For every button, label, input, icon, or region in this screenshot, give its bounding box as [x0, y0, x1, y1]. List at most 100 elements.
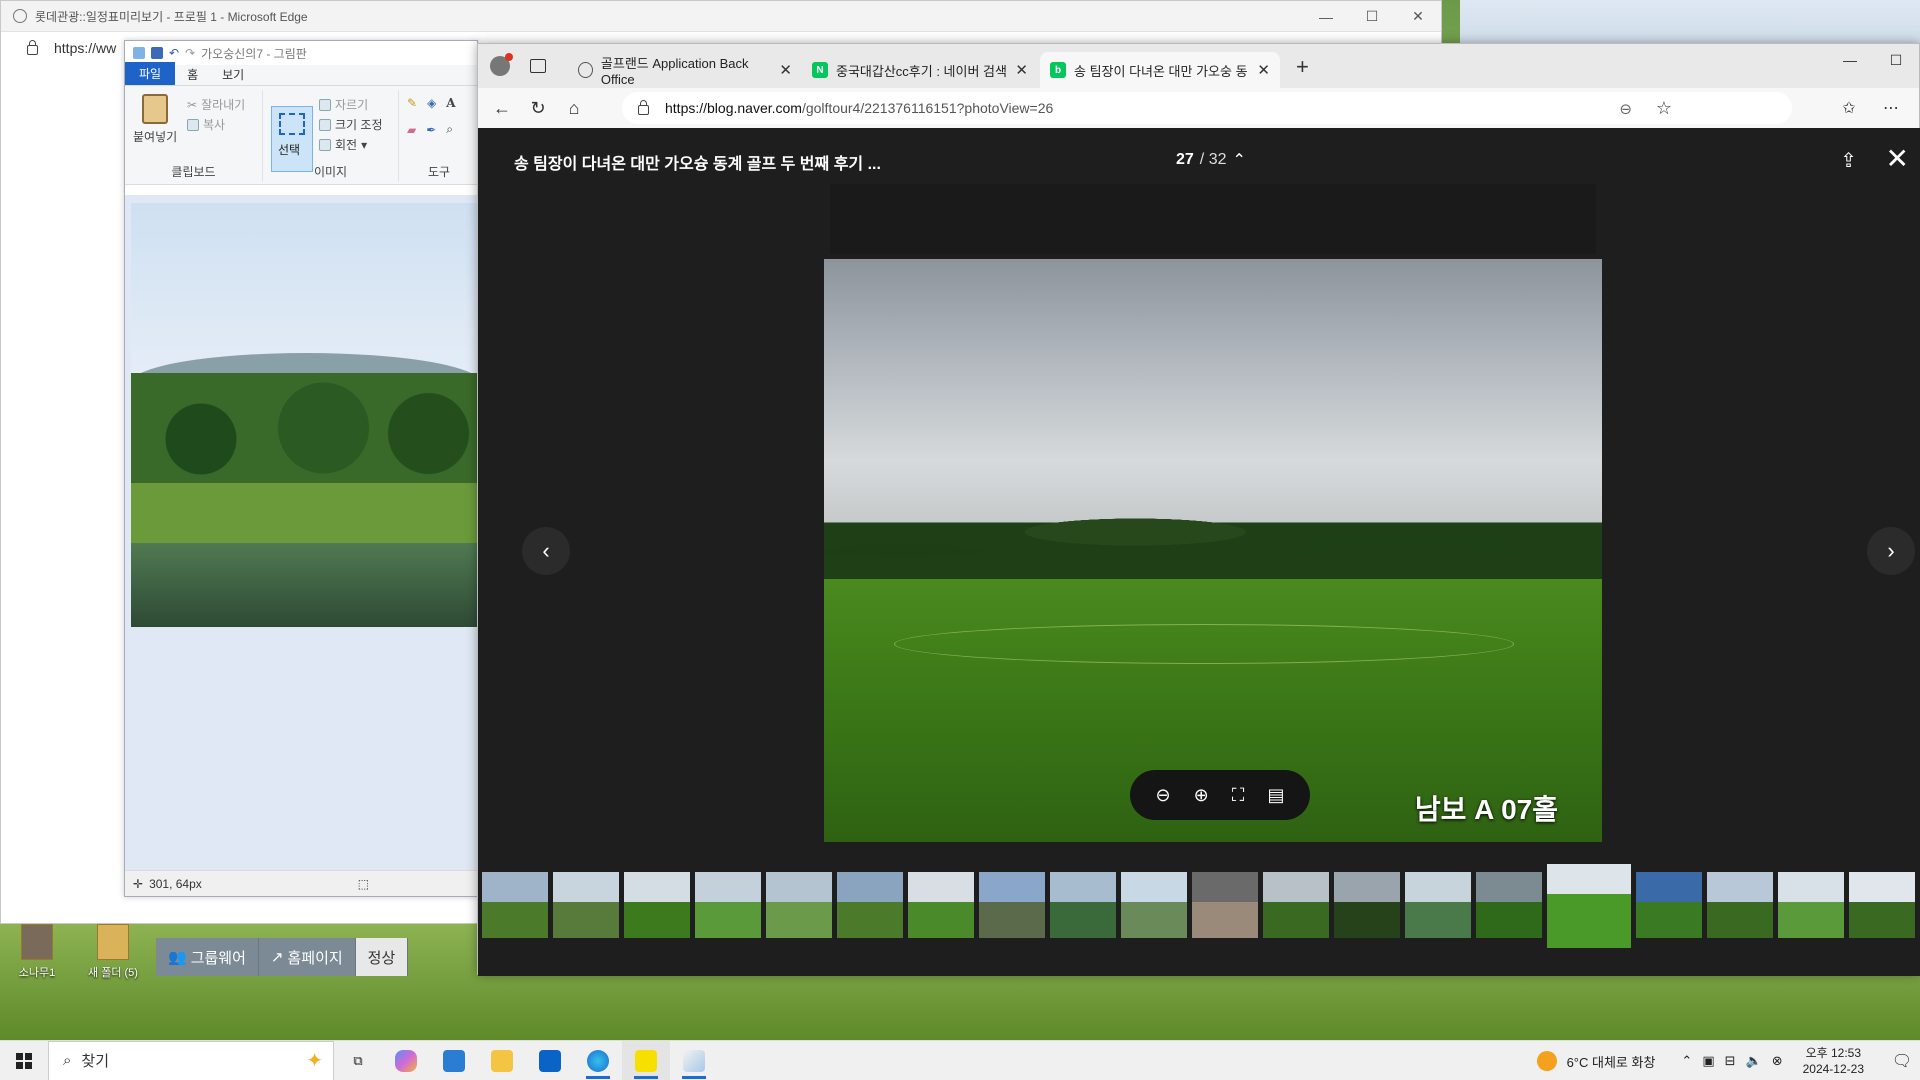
edge-browser-window[interactable]: 골프랜드 Application Back Office ✕ N 중국대갑산cc… — [477, 43, 1920, 976]
resize-button[interactable]: 크기 조정 — [319, 116, 383, 133]
caption-icon[interactable]: ▤ — [1267, 785, 1284, 806]
thumbnail-selected[interactable] — [1547, 864, 1631, 948]
thumbnail[interactable] — [837, 872, 903, 938]
minimize-button[interactable]: — — [1827, 44, 1873, 76]
close-button[interactable]: ✕ — [1395, 1, 1441, 32]
thumbnail-sky — [1263, 872, 1329, 902]
paint-canvas-area[interactable] — [125, 195, 481, 871]
thumbnail[interactable] — [1050, 872, 1116, 938]
maximize-button[interactable]: ☐ — [1349, 1, 1395, 32]
tab-golfland[interactable]: 골프랜드 Application Back Office ✕ — [568, 52, 802, 88]
magnifier-icon[interactable]: ⌕ — [446, 122, 453, 137]
paint-window[interactable]: ↶ ↷ 가오숭신의7 - 그림판 파일 홈 보기 붙여넣기 ✂ 잘라내기 복사 클… — [124, 40, 481, 897]
minimize-button[interactable]: — — [1303, 1, 1349, 32]
thumbnail[interactable] — [1636, 872, 1702, 938]
thumbnail-ground — [979, 902, 1045, 938]
tab-home[interactable]: 홈 — [175, 64, 210, 85]
thumbnail[interactable] — [1778, 872, 1844, 938]
file-explorer-app[interactable] — [478, 1041, 526, 1080]
next-photo-button[interactable]: › — [1867, 527, 1915, 575]
tab-naver-search[interactable]: N 중국대갑산cc후기 : 네이버 검색 ✕ — [802, 52, 1038, 88]
close-viewer-icon[interactable]: ✕ — [1886, 142, 1909, 175]
eraser-icon[interactable]: ▰ — [407, 123, 416, 137]
groupware-button[interactable]: 👥 그룹웨어 — [156, 938, 259, 976]
fullscreen-icon[interactable]: ⛶ — [1232, 785, 1245, 806]
new-tab-button[interactable]: + — [1296, 54, 1309, 80]
chevron-up-icon[interactable]: ⌃ — [1681, 1053, 1692, 1069]
task-view-button[interactable]: ⧉ — [334, 1041, 382, 1080]
zoom-out-icon[interactable]: ⊖ — [1156, 785, 1171, 806]
zoom-out-icon[interactable]: ⊖ — [1619, 100, 1632, 118]
kakaotalk-app[interactable] — [622, 1040, 670, 1080]
thumbnail[interactable] — [1121, 872, 1187, 938]
thumbnail[interactable] — [908, 872, 974, 938]
thumbnail[interactable] — [1707, 872, 1773, 938]
share-icon[interactable]: ⇪ — [1840, 148, 1857, 173]
thumbnail[interactable] — [1334, 872, 1400, 938]
thumbnail[interactable] — [482, 872, 548, 938]
meet-icon[interactable]: ▣ — [1702, 1053, 1714, 1069]
text-icon[interactable]: A — [446, 96, 455, 110]
thumbnail[interactable] — [766, 872, 832, 938]
paint-app[interactable] — [670, 1041, 718, 1080]
cut-button[interactable]: ✂ 잘라내기 — [187, 96, 245, 113]
profile-avatar[interactable] — [490, 53, 513, 76]
weather-text[interactable]: 6°C 대체로 화창 — [1567, 1052, 1656, 1071]
back-button[interactable]: ← — [484, 92, 520, 124]
homepage-button[interactable]: ↗ 홈페이지 — [258, 938, 356, 976]
desktop-icon-sonamu[interactable]: 소나무1 — [2, 924, 72, 980]
pencil-icon[interactable]: ✎ — [407, 96, 417, 110]
store-app[interactable] — [430, 1041, 478, 1080]
close-tab-icon[interactable]: ✕ — [1257, 61, 1270, 79]
network-icon[interactable]: ⊟ — [1725, 1053, 1736, 1069]
fill-icon[interactable]: ◈ — [427, 96, 436, 110]
outlook-app[interactable] — [526, 1041, 574, 1080]
crop-button[interactable]: 자르기 — [319, 96, 368, 113]
thumbnail[interactable] — [695, 872, 761, 938]
copy-button[interactable]: 복사 — [187, 116, 225, 133]
more-menu-icon[interactable]: ⋯ — [1873, 92, 1909, 124]
thumbnail[interactable] — [553, 872, 619, 938]
thumbnail[interactable] — [1849, 872, 1915, 938]
rotate-button[interactable]: 회전 ▾ — [319, 136, 367, 153]
notification-center-button[interactable]: 🗨 — [1884, 1041, 1920, 1080]
favorites-icon[interactable]: ✩ — [1831, 92, 1867, 124]
thumbnail[interactable] — [1476, 872, 1542, 938]
home-button[interactable]: ⌂ — [556, 92, 592, 124]
start-button[interactable] — [0, 1041, 48, 1080]
clock[interactable]: 오후 12:53 2024-12-23 — [1793, 1045, 1874, 1077]
desktop-icon-new-folder[interactable]: 새 폴더 (5) — [78, 924, 148, 980]
close-tab-icon[interactable]: ✕ — [1015, 61, 1028, 79]
undo-icon[interactable]: ↶ — [169, 46, 179, 60]
tab-actions-icon[interactable] — [530, 59, 546, 73]
color-picker-icon[interactable]: ✒ — [426, 123, 436, 137]
zoom-in-icon[interactable]: ⊕ — [1194, 785, 1209, 806]
thumbnail-strip — [478, 864, 1920, 948]
paint-canvas-image[interactable] — [131, 203, 481, 627]
thumbnail[interactable] — [624, 872, 690, 938]
thumbnail[interactable] — [1405, 872, 1471, 938]
main-photo[interactable]: 남보 A 07홀 ⊖ ⊕ ⛶ ▤ — [824, 259, 1602, 842]
tab-view[interactable]: 보기 — [210, 64, 256, 85]
volume-icon[interactable]: 🔈 — [1746, 1053, 1762, 1069]
ime-icon[interactable]: ⊗ — [1772, 1053, 1783, 1069]
tab-file[interactable]: 파일 — [125, 62, 176, 85]
edge-app[interactable] — [574, 1041, 622, 1080]
photo-sky — [824, 259, 1602, 529]
close-tab-icon[interactable]: ✕ — [779, 61, 792, 79]
save-icon[interactable] — [151, 47, 163, 59]
paste-button[interactable]: 붙여넣기 — [133, 94, 177, 145]
taskbar-search[interactable]: ⌕ 찾기 ✦ — [48, 1040, 334, 1080]
copilot-app[interactable] — [382, 1041, 430, 1080]
thumbnail[interactable] — [1263, 872, 1329, 938]
address-bar[interactable]: https://blog.naver.com/golftour4/2213761… — [622, 92, 1792, 124]
maximize-button[interactable]: ☐ — [1873, 44, 1919, 76]
thumbnail[interactable] — [1192, 872, 1258, 938]
thumbnail[interactable] — [979, 872, 1045, 938]
redo-icon[interactable]: ↷ — [185, 46, 195, 60]
photo-counter[interactable]: 27 / 32 ⌃ — [1176, 150, 1246, 170]
favorite-star-icon[interactable]: ☆ — [1656, 98, 1672, 119]
refresh-button[interactable]: ↻ — [520, 92, 556, 124]
tab-naver-blog[interactable]: b 송 팀장이 다녀온 대만 가오숭 동 ✕ — [1040, 52, 1280, 88]
previous-photo-button[interactable]: ‹ — [522, 527, 570, 575]
